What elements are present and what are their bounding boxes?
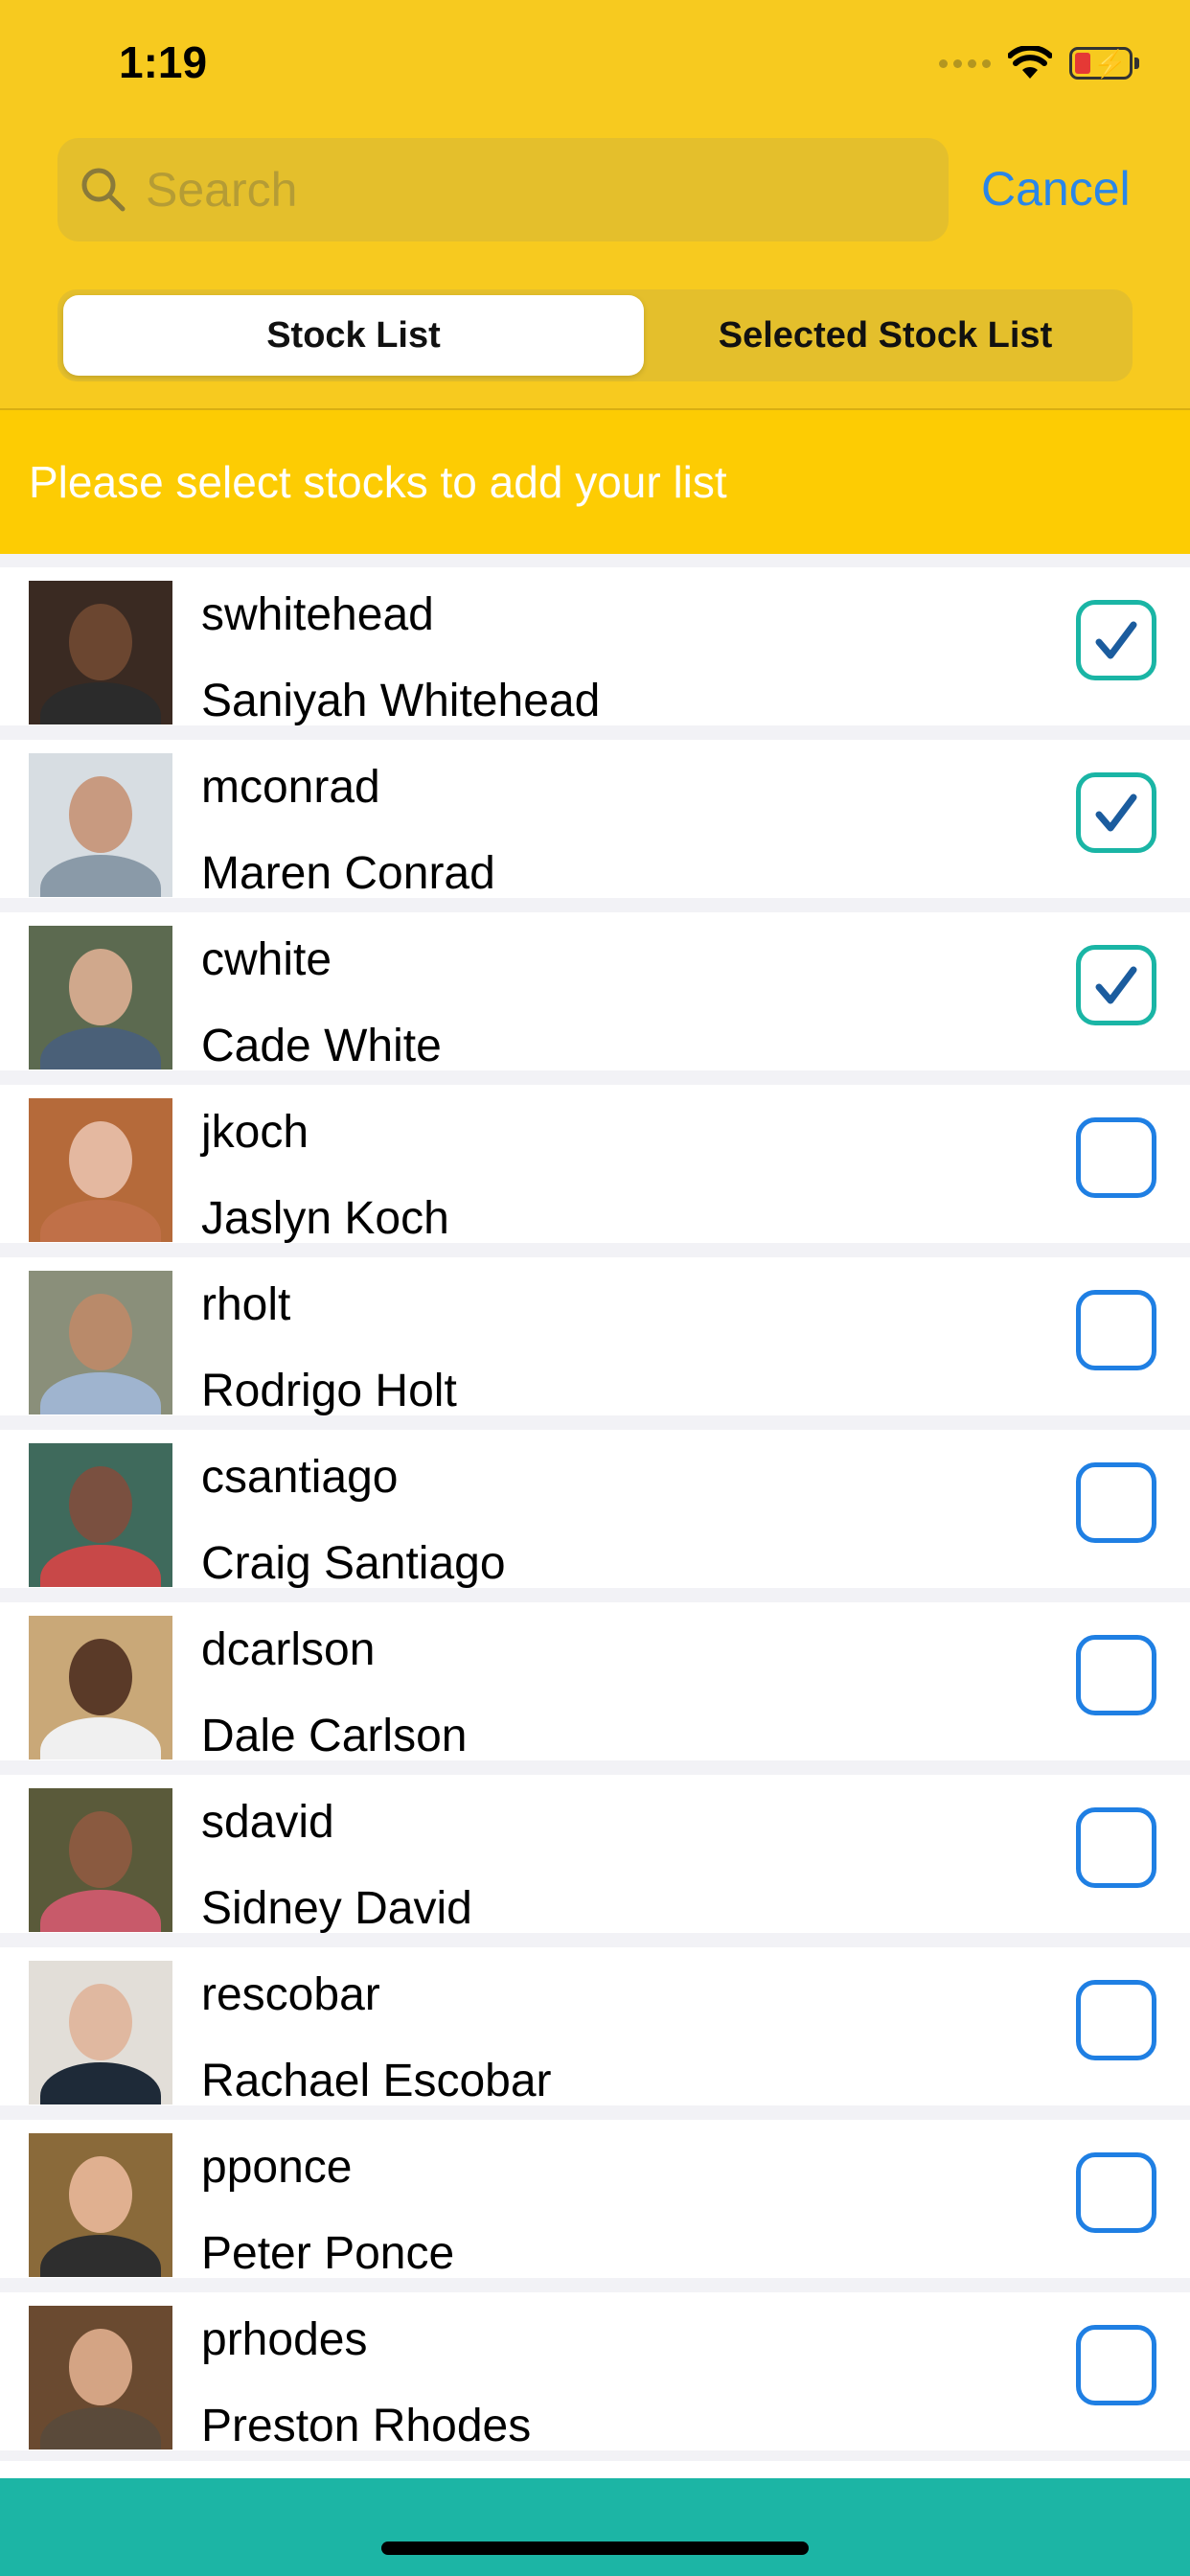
username-label: prhodes	[201, 2314, 368, 2365]
fullname-label: Craig Santiago	[201, 1538, 506, 1589]
username-label: dcarlson	[201, 1624, 376, 1675]
cancel-button[interactable]: Cancel	[981, 161, 1131, 217]
avatar	[29, 1098, 172, 1242]
fullname-label: Cade White	[201, 1021, 442, 1071]
avatar	[29, 753, 172, 897]
checkmark-icon	[1095, 621, 1137, 659]
avatar	[29, 1271, 172, 1414]
list-item[interactable]: jkoch Jaslyn Koch	[0, 1085, 1190, 1244]
list-item[interactable]: prhodes Preston Rhodes	[0, 2292, 1190, 2451]
list-item[interactable]: swhitehead Saniyah Whitehead	[0, 567, 1190, 726]
banner-text: Please select stocks to add your list	[29, 457, 727, 507]
username-label: jkoch	[201, 1107, 309, 1158]
tab-selected-stock-list[interactable]: Selected Stock List	[644, 295, 1127, 376]
list-item[interactable]: sdavid Sidney David	[0, 1775, 1190, 1934]
username-label: pponce	[201, 2142, 353, 2193]
username-label: sdavid	[201, 1797, 334, 1848]
list-item[interactable]: cwhite Cade White	[0, 912, 1190, 1071]
fullname-label: Rodrigo Holt	[201, 1366, 457, 1416]
bottom-bar	[0, 2478, 1190, 2576]
avatar	[29, 1961, 172, 2104]
search-input[interactable]	[144, 161, 933, 218]
fullname-label: Rachael Escobar	[201, 2056, 552, 2106]
list-item[interactable]: csantiago Craig Santiago	[0, 1430, 1190, 1589]
wifi-icon	[1008, 46, 1052, 79]
search-icon	[81, 168, 126, 212]
username-label: mconrad	[201, 762, 380, 813]
avatar	[29, 1788, 172, 1932]
list-item[interactable]: rholt Rodrigo Holt	[0, 1257, 1190, 1416]
avatar	[29, 1443, 172, 1587]
home-indicator	[381, 2542, 809, 2555]
signal-icon	[939, 58, 991, 68]
select-checkbox[interactable]	[1076, 1462, 1156, 1543]
checkmark-icon	[1095, 966, 1137, 1004]
search-bar[interactable]	[57, 138, 949, 242]
battery-icon: ⚡	[1069, 47, 1139, 80]
status-time: 1:19	[119, 37, 208, 87]
username-label: swhitehead	[201, 589, 434, 640]
username-label: cwhite	[201, 934, 332, 985]
list-item[interactable]: pponce Peter Ponce	[0, 2120, 1190, 2279]
select-checkbox[interactable]	[1076, 1290, 1156, 1370]
select-checkbox[interactable]	[1076, 2152, 1156, 2233]
fullname-label: Peter Ponce	[201, 2228, 455, 2279]
avatar	[29, 2133, 172, 2277]
stock-list: swhitehead Saniyah Whitehead mconrad Maren …	[0, 554, 1190, 2461]
instruction-banner: Please select stocks to add your list	[0, 410, 1190, 554]
list-item[interactable]: mconrad Maren Conrad	[0, 740, 1190, 899]
fullname-label: Sidney David	[201, 1883, 472, 1934]
username-label: rescobar	[201, 1969, 380, 2020]
list-item-partial	[0, 2461, 1190, 2478]
list-item[interactable]: dcarlson Dale Carlson	[0, 1602, 1190, 1761]
avatar	[29, 581, 172, 724]
avatar	[29, 1616, 172, 1760]
checkmark-icon	[1095, 794, 1137, 832]
select-checkbox[interactable]	[1076, 1117, 1156, 1198]
select-checkbox[interactable]	[1076, 1807, 1156, 1888]
segmented-control: Stock List Selected Stock List	[57, 289, 1133, 381]
status-icons: ⚡	[939, 42, 1139, 84]
avatar	[29, 926, 172, 1070]
select-checkbox[interactable]	[1076, 772, 1156, 853]
select-checkbox[interactable]	[1076, 1635, 1156, 1715]
username-label: rholt	[201, 1279, 291, 1330]
list-item[interactable]: rescobar Rachael Escobar	[0, 1947, 1190, 2106]
select-checkbox[interactable]	[1076, 600, 1156, 680]
fullname-label: Jaslyn Koch	[201, 1193, 449, 1244]
fullname-label: Preston Rhodes	[201, 2401, 532, 2451]
header: 1:19 ⚡ Cancel Stock List Selected Stock …	[0, 0, 1190, 410]
select-checkbox[interactable]	[1076, 2325, 1156, 2405]
fullname-label: Maren Conrad	[201, 848, 495, 899]
fullname-label: Dale Carlson	[201, 1711, 468, 1761]
select-checkbox[interactable]	[1076, 1980, 1156, 2060]
select-checkbox[interactable]	[1076, 945, 1156, 1025]
tab-stock-list[interactable]: Stock List	[63, 295, 644, 376]
fullname-label: Saniyah Whitehead	[201, 676, 601, 726]
avatar	[29, 2306, 172, 2450]
username-label: csantiago	[201, 1452, 399, 1503]
